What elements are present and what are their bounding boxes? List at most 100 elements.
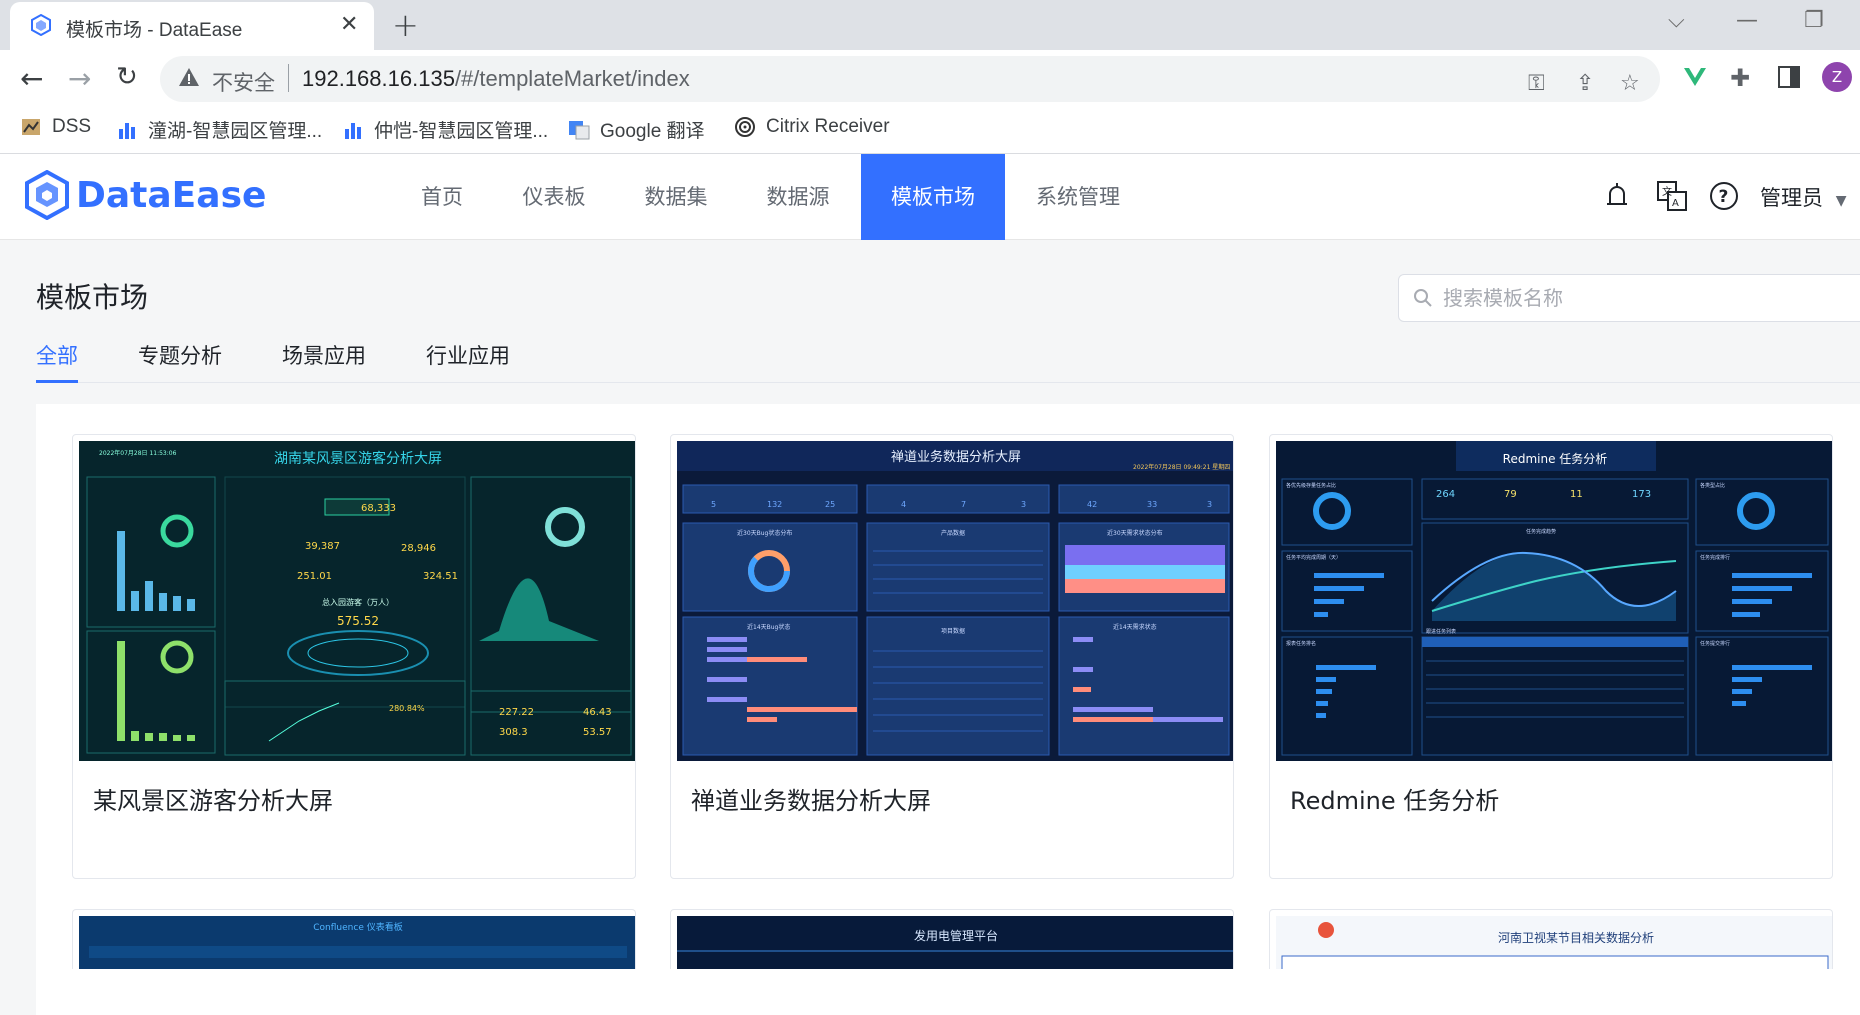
- template-card[interactable]: 禅道业务数据分析大屏 2022年07月28日 09:49:21 星期四 5 13…: [670, 434, 1234, 879]
- dataease-logo[interactable]: DataEase: [24, 170, 266, 220]
- template-card[interactable]: Confluence 仪表看板: [72, 909, 636, 969]
- template-name: 禅道业务数据分析大屏: [691, 787, 931, 815]
- menu-template-market[interactable]: 模板市场: [861, 154, 1005, 240]
- citrix-icon: [735, 117, 755, 137]
- user-menu[interactable]: 管理员 ▼: [1760, 182, 1846, 212]
- bookmark-label: Google 翻译: [600, 121, 705, 142]
- template-thumbnail: 发用电管理平台: [677, 916, 1233, 969]
- template-search-input[interactable]: [1443, 283, 1823, 313]
- svg-text:文: 文: [1662, 185, 1672, 198]
- menu-datasource[interactable]: 数据源: [758, 154, 838, 240]
- minimize-icon[interactable]: —: [1736, 8, 1758, 33]
- thumb-kpi: 173: [1632, 489, 1651, 500]
- thumb-title: 禅道业务数据分析大屏: [891, 449, 1021, 465]
- menu-system-management[interactable]: 系统管理: [1026, 154, 1130, 240]
- template-name: Redmine 任务分析: [1290, 787, 1500, 815]
- key-icon[interactable]: ⚿: [1528, 71, 1545, 96]
- tab-topic-analysis[interactable]: 专题分析: [138, 340, 222, 370]
- template-thumbnail: Confluence 仪表看板: [79, 916, 635, 969]
- chevron-down-icon: ▼: [1835, 193, 1847, 209]
- template-card[interactable]: Redmine 任务分析 264 79 11 173 各优先级存量任务占比 任务…: [1269, 434, 1833, 879]
- thumb-panel-title: 近14天需求状态: [1113, 623, 1157, 631]
- bookmark-label: Citrix Receiver: [766, 116, 890, 137]
- warning-triangle-icon: [179, 68, 199, 86]
- vue-extension-icon[interactable]: [1682, 64, 1708, 90]
- template-market-page: 模板市场 全部 专题分析 场景应用 行业应用 湖南某风景区游客分析大屏: [0, 240, 1860, 1015]
- svg-text:A: A: [1672, 198, 1679, 209]
- tab-search-chevron-icon[interactable]: ⌵: [1668, 8, 1685, 33]
- chart-bars-icon: [345, 122, 361, 139]
- thumb-panel-title: 产品数据: [941, 529, 965, 537]
- active-tab-indicator: [36, 380, 78, 383]
- menu-home[interactable]: 首页: [402, 154, 482, 240]
- logo-text: DataEase: [76, 174, 267, 216]
- bookmark-citrix[interactable]: Citrix Receiver: [734, 116, 890, 138]
- thumb-kpi: 3: [1207, 500, 1212, 509]
- thumb-kpi: 25: [825, 500, 835, 509]
- browser-tab[interactable]: 模板市场 - DataEase ✕: [10, 2, 374, 50]
- thumb-kpi: 11: [1570, 489, 1583, 500]
- menu-dashboard[interactable]: 仪表板: [514, 154, 594, 240]
- template-thumbnail: 湖南某风景区游客分析大屏 2022年07月28日 11:53:06 68,333…: [79, 441, 635, 761]
- restore-window-icon[interactable]: ❐: [1804, 8, 1824, 33]
- thumb-kpi: 3: [1021, 500, 1026, 509]
- thumb-panel-title: 任务完成趋势: [1526, 528, 1556, 535]
- thumb-title: 发用电管理平台: [914, 928, 998, 943]
- thumb-date: 2022年07月28日 11:53:06: [99, 449, 177, 457]
- tab-industry-application[interactable]: 行业应用: [426, 340, 510, 370]
- template-card[interactable]: 发用电管理平台: [670, 909, 1234, 969]
- bookmark-zhongkai[interactable]: 仲恺-智慧园区管理...: [342, 116, 548, 143]
- bookmark-tonghu[interactable]: 潼湖-智慧园区管理...: [116, 116, 322, 143]
- menu-dataset[interactable]: 数据集: [636, 154, 716, 240]
- browser-tabstrip: 模板市场 - DataEase ✕ + ⌵ — ❐: [0, 0, 1860, 50]
- template-thumbnail: Redmine 任务分析 264 79 11 173 各优先级存量任务占比 任务…: [1276, 441, 1832, 761]
- browser-toolbar: ← → ↻ 不安全 192.168.16.135/#/templateMarke…: [0, 50, 1860, 108]
- close-tab-icon[interactable]: ✕: [340, 12, 358, 37]
- thumb-panel-title: 近14天Bug状态: [747, 623, 790, 631]
- thumb-panel-title: 跟进任务列表: [1426, 628, 1456, 635]
- thumb-label: 总入园游客（万人）: [322, 597, 394, 607]
- thumb-panel-title: 任务完成排行: [1700, 554, 1730, 561]
- reload-icon[interactable]: ↻: [116, 62, 138, 92]
- template-card[interactable]: 湖南某风景区游客分析大屏 2022年07月28日 11:53:06 68,333…: [72, 434, 636, 879]
- url-host: 192.168.16.135: [302, 66, 455, 91]
- back-arrow-icon[interactable]: ←: [20, 62, 43, 95]
- extensions-puzzle-icon[interactable]: ✚: [1730, 64, 1750, 92]
- thumb-metric: 46.43: [583, 707, 612, 718]
- bookmark-dss[interactable]: DSS: [20, 116, 91, 138]
- bookmark-star-icon[interactable]: ☆: [1620, 71, 1640, 96]
- language-switch-icon[interactable]: 文A: [1656, 180, 1688, 212]
- tab-scenario-application[interactable]: 场景应用: [282, 340, 366, 370]
- notification-bell-icon[interactable]: [1602, 180, 1632, 212]
- template-card[interactable]: 河南卫视某节目相关数据分析: [1269, 909, 1833, 969]
- new-tab-button[interactable]: +: [392, 6, 419, 44]
- thumb-metric: 227.22: [499, 707, 534, 718]
- url-text: 192.168.16.135/#/templateMarket/index: [302, 66, 690, 92]
- share-icon[interactable]: ⇪: [1576, 71, 1594, 96]
- forward-arrow-icon[interactable]: →: [68, 62, 91, 95]
- thumb-title: Confluence 仪表看板: [313, 921, 402, 933]
- thumb-metric: 251.01: [297, 571, 332, 582]
- thumb-panel-title: 近30天Bug状态分布: [737, 529, 792, 537]
- thumb-kpi: 42: [1087, 500, 1097, 509]
- dss-icon: [22, 119, 40, 135]
- help-icon[interactable]: ?: [1708, 180, 1740, 212]
- insecure-label: 不安全: [212, 71, 275, 95]
- address-bar[interactable]: 不安全 192.168.16.135/#/templateMarket/inde…: [160, 56, 1660, 102]
- bookmark-label: 潼湖-智慧园区管理...: [148, 121, 323, 142]
- bookmark-label: 仲恺-智慧园区管理...: [374, 121, 549, 142]
- thumb-title: 河南卫视某节目相关数据分析: [1498, 930, 1654, 945]
- thumb-kpi: 7: [961, 500, 966, 509]
- tabs-divider: [36, 382, 1860, 383]
- side-panel-icon[interactable]: [1778, 66, 1800, 88]
- thumb-metric: 28,946: [401, 543, 436, 554]
- thumb-kpi: 264: [1436, 489, 1455, 500]
- template-name: 某风景区游客分析大屏: [93, 787, 333, 815]
- thumb-kpi: 5: [711, 500, 716, 509]
- tab-all[interactable]: 全部: [36, 340, 78, 370]
- bookmark-google-translate[interactable]: Google 翻译: [568, 116, 705, 143]
- template-search[interactable]: [1398, 274, 1860, 322]
- thumb-panel-title: 报表任务排名: [1286, 640, 1316, 647]
- thumb-panel-title: 任务提交排行: [1700, 640, 1730, 647]
- profile-avatar[interactable]: Z: [1822, 62, 1852, 92]
